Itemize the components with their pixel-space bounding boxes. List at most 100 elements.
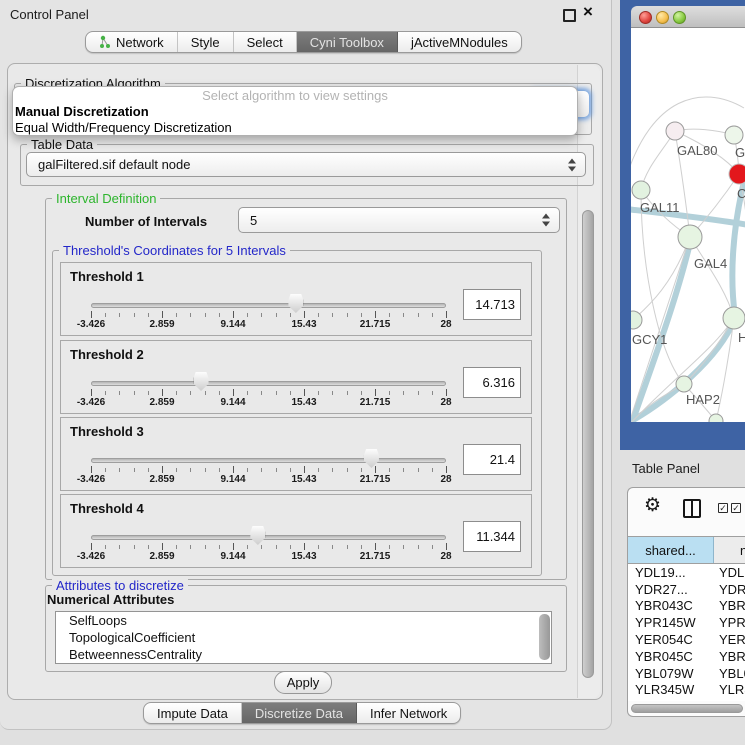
slider-ticks xyxy=(61,311,531,319)
node-label: GAL80 xyxy=(677,143,717,158)
slider-tick-labels: -3.4262.8599.14415.4321.71528 xyxy=(61,551,531,563)
tab-label: Network xyxy=(116,35,164,50)
table-row[interactable]: YBR045CYBR0 xyxy=(628,648,745,665)
node-label: H xyxy=(738,330,745,345)
group-title-attributes: Attributes to discretize xyxy=(52,578,188,593)
threshold-value-field[interactable]: 11.344 xyxy=(463,521,521,552)
threshold-label: Threshold 2 xyxy=(70,347,144,362)
network-node[interactable] xyxy=(723,307,745,329)
table-panel-title: Table Panel xyxy=(632,461,700,476)
threshold-1-box: Threshold 1 -3.4262.8599.14415.4321.7152… xyxy=(60,262,532,336)
panel-scrollbar-thumb[interactable] xyxy=(582,210,594,678)
table-body: YDL19...YDL1YDR27...YDR2YBR043CYBR0YPR14… xyxy=(628,564,745,701)
tab-jactivemnodules[interactable]: jActiveMNodules xyxy=(398,32,521,52)
table-hscrollbar-thumb[interactable] xyxy=(631,704,743,713)
minimize-traffic-light-icon[interactable] xyxy=(656,11,669,24)
spinner-arrows-icon xyxy=(568,158,576,171)
network-node[interactable] xyxy=(666,122,684,140)
numerical-attributes-heading: Numerical Attributes xyxy=(47,592,174,607)
network-node[interactable] xyxy=(725,126,743,144)
apply-button[interactable]: Apply xyxy=(274,671,332,694)
checked-checkbox-icon[interactable]: ✓ xyxy=(731,503,741,513)
control-panel-window: Control Panel × Network Style Select xyxy=(0,0,612,730)
numerical-attributes-list[interactable]: SelfLoopsTopologicalCoefficientBetweenne… xyxy=(55,611,552,664)
close-traffic-light-icon[interactable] xyxy=(639,11,652,24)
table-row[interactable]: YPR145WYPR1 xyxy=(628,614,745,631)
gear-icon[interactable]: ⚙ xyxy=(644,496,661,516)
network-view-canvas[interactable]: GAL80 GA C GAL11 GAL4 GCY1 H HAP2 xyxy=(631,28,745,422)
table-row[interactable]: YIL052CYIL0 xyxy=(628,698,745,701)
threshold-label: Threshold 3 xyxy=(70,424,144,439)
screen: Control Panel × Network Style Select xyxy=(0,0,745,745)
slider-track[interactable] xyxy=(91,381,446,386)
bottom-tab-bar: Impute Data Discretize Data Infer Networ… xyxy=(143,702,461,724)
split-columns-icon[interactable] xyxy=(683,499,701,518)
table-row[interactable]: YER054CYER0 xyxy=(628,631,745,648)
table-panel-window: ⚙ ✓ ✓ shared... na YDL19...YDL1YDR27...Y… xyxy=(627,487,745,717)
slider-tick-labels: -3.4262.8599.14415.4321.71528 xyxy=(61,397,531,409)
top-tab-bar: Network Style Select Cyni Toolbox jActiv… xyxy=(85,31,522,53)
threshold-label: Threshold 1 xyxy=(70,269,144,284)
checked-checkbox-icon[interactable]: ✓ xyxy=(718,503,728,513)
slider-tick-labels: -3.4262.8599.14415.4321.71528 xyxy=(61,474,531,486)
network-node[interactable] xyxy=(678,225,702,249)
table-data-combobox[interactable]: galFiltered.sif default node xyxy=(26,152,586,177)
slider-ticks xyxy=(61,543,531,551)
dropdown-item-equal-width[interactable]: Equal Width/Frequency Discretization xyxy=(13,120,577,136)
node-label: GA xyxy=(735,145,745,160)
slider-track[interactable] xyxy=(91,535,446,540)
threshold-label: Threshold 4 xyxy=(70,501,144,516)
list-item[interactable]: SelfLoops xyxy=(56,612,551,629)
tab-impute-data[interactable]: Impute Data xyxy=(144,703,242,723)
table-row[interactable]: YBR043CYBR0 xyxy=(628,598,745,615)
threshold-4-box: Threshold 4 -3.4262.8599.14415.4321.7152… xyxy=(60,494,532,568)
table-row[interactable]: YDL19...YDL1 xyxy=(628,564,745,581)
list-item[interactable]: BetweennessCentrality xyxy=(56,646,551,663)
slider-ticks xyxy=(61,389,531,397)
table-row[interactable]: YLR345WYLR3 xyxy=(628,682,745,699)
group-title-thresholds: Threshold's Coordinates for 5 Intervals xyxy=(59,243,290,258)
dropdown-hint: Select algorithm to view settings xyxy=(13,87,577,104)
float-window-icon[interactable] xyxy=(563,9,576,22)
list-scrollbar-thumb[interactable] xyxy=(539,614,550,660)
tab-network[interactable]: Network xyxy=(86,32,178,52)
slider-tick-labels: -3.4262.8599.14415.4321.71528 xyxy=(61,319,531,331)
tab-style[interactable]: Style xyxy=(178,32,234,52)
column-header-shared-name[interactable]: shared... xyxy=(628,537,714,563)
group-title-interval: Interval Definition xyxy=(52,191,160,206)
close-icon[interactable]: × xyxy=(583,2,593,22)
table-header-row: shared... na xyxy=(628,536,745,564)
node-label: C xyxy=(737,186,745,201)
slider-ticks xyxy=(61,466,531,474)
tab-select[interactable]: Select xyxy=(234,32,297,52)
table-row[interactable]: YBL079WYBL0 xyxy=(628,665,745,682)
algorithm-dropdown-popup: Select algorithm to view settings Manual… xyxy=(12,86,578,136)
node-label: GCY1 xyxy=(632,332,667,347)
list-item[interactable]: TopologicalCoefficient xyxy=(56,629,551,646)
table-row[interactable]: YDR27...YDR2 xyxy=(628,581,745,598)
table-data-value: galFiltered.sif default node xyxy=(38,157,190,172)
tab-cyni-toolbox[interactable]: Cyni Toolbox xyxy=(297,32,398,52)
threshold-value-field[interactable]: 21.4 xyxy=(463,444,521,475)
threshold-value-field[interactable]: 6.316 xyxy=(463,367,521,398)
group-title-table-data: Table Data xyxy=(27,137,97,152)
tab-infer-network[interactable]: Infer Network xyxy=(357,703,460,723)
slider-track[interactable] xyxy=(91,458,446,463)
tab-discretize-data[interactable]: Discretize Data xyxy=(242,703,357,723)
number-of-intervals-label: Number of Intervals xyxy=(85,214,207,229)
threshold-value-field[interactable]: 14.713 xyxy=(463,289,521,320)
number-of-intervals-combobox[interactable]: 5 xyxy=(238,207,560,233)
dropdown-item-manual[interactable]: Manual Discretization xyxy=(13,104,577,120)
slider-track[interactable] xyxy=(91,303,446,308)
node-label: HAP2 xyxy=(686,392,720,407)
number-of-intervals-value: 5 xyxy=(250,213,257,228)
spinner-arrows-icon xyxy=(542,214,550,227)
network-window-titlebar[interactable] xyxy=(631,6,745,28)
threshold-2-box: Threshold 2 -3.4262.8599.14415.4321.7152… xyxy=(60,340,532,414)
node-label: GAL11 xyxy=(640,200,680,215)
zoom-traffic-light-icon[interactable] xyxy=(673,11,686,24)
column-header-name[interactable]: na xyxy=(714,537,745,563)
network-node[interactable] xyxy=(676,376,692,392)
network-node[interactable] xyxy=(632,181,650,199)
network-node-selected[interactable] xyxy=(729,164,745,184)
